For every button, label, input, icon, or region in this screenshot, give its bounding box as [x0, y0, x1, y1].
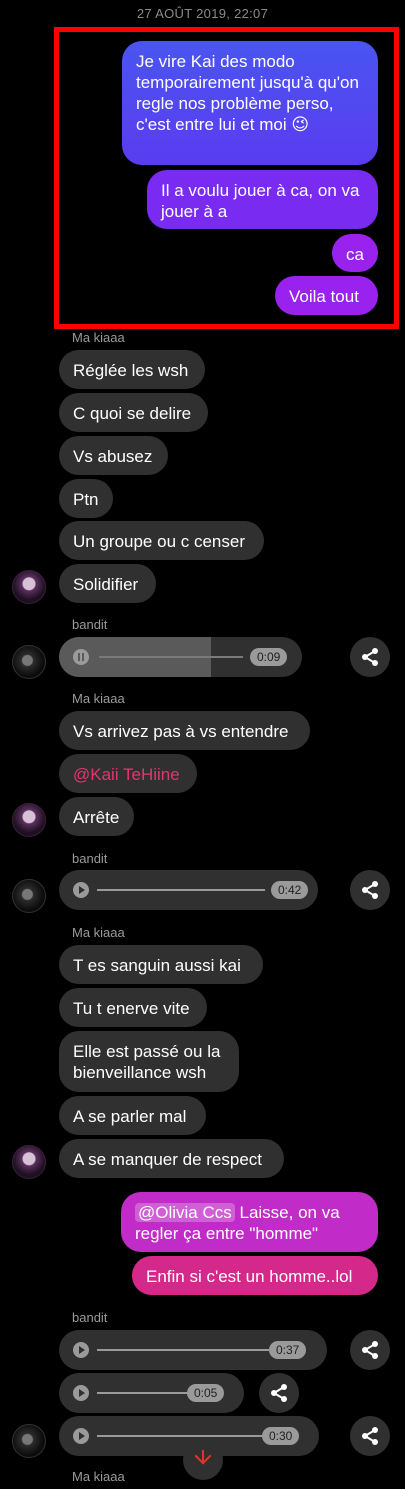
received-message[interactable]: A se manquer de respect — [59, 1139, 284, 1178]
sender-name: bandit — [72, 617, 108, 632]
received-message[interactable]: Vs arrivez pas à vs entendre — [59, 711, 310, 750]
received-message[interactable]: A se parler mal — [59, 1096, 206, 1135]
sent-message[interactable]: @Olivia Ccs Laisse, on va regler ça entr… — [121, 1192, 378, 1252]
received-message[interactable]: Ptn — [59, 479, 113, 518]
share-icon — [362, 1341, 378, 1359]
audio-duration: 0:05 — [187, 1384, 225, 1402]
sender-name: Ma kiaaa — [72, 1469, 125, 1484]
received-message[interactable]: T es sanguin aussi kai — [59, 945, 263, 984]
audio-track[interactable] — [99, 656, 243, 658]
received-message[interactable]: Vs abusez — [59, 436, 168, 475]
received-message[interactable]: Tu t enerve vite — [59, 988, 207, 1027]
share-button[interactable] — [350, 1330, 390, 1370]
sent-message[interactable]: Enfin si c'est un homme..lol — [132, 1256, 378, 1295]
user-avatar[interactable] — [12, 803, 46, 837]
audio-track[interactable] — [97, 1349, 269, 1351]
play-icon[interactable] — [73, 1342, 89, 1358]
play-icon[interactable] — [73, 882, 89, 898]
mention-message[interactable]: @Kaii TeHiine — [59, 754, 197, 793]
pause-icon[interactable] — [73, 649, 89, 665]
audio-track[interactable] — [97, 1392, 193, 1394]
scroll-to-bottom-button[interactable] — [183, 1440, 223, 1480]
audio-message[interactable]: 0:42 — [59, 870, 318, 910]
sender-name: Ma kiaaa — [72, 691, 125, 706]
sender-name: bandit — [72, 851, 108, 866]
audio-message[interactable]: 0:37 — [59, 1330, 327, 1370]
audio-track[interactable] — [97, 889, 265, 891]
audio-duration: 0:09 — [250, 648, 288, 666]
sent-message[interactable]: Il a voulu jouer à ca, on va jouer à a — [147, 170, 378, 229]
share-icon — [271, 1384, 287, 1402]
received-message[interactable]: Un groupe ou c censer — [59, 521, 264, 560]
audio-message[interactable]: 0:05 — [59, 1373, 244, 1413]
sender-name: Ma kiaaa — [72, 925, 125, 940]
share-button[interactable] — [259, 1373, 299, 1413]
audio-message[interactable]: 0:09 — [59, 637, 302, 677]
user-avatar[interactable] — [12, 1424, 46, 1458]
mention-chip[interactable]: @Olivia Ccs — [135, 1203, 235, 1222]
share-button[interactable] — [350, 870, 390, 910]
play-icon[interactable] — [73, 1428, 89, 1444]
sent-message[interactable]: ca — [332, 234, 378, 272]
audio-track[interactable] — [97, 1435, 267, 1437]
share-icon — [362, 881, 378, 899]
play-icon[interactable] — [73, 1385, 89, 1401]
received-message[interactable]: Solidifier — [59, 564, 156, 603]
received-message[interactable]: Elle est passé ou la bienveillance wsh — [59, 1031, 239, 1092]
sent-message[interactable]: Je vire Kai des modo temporairement jusq… — [122, 41, 378, 165]
received-message[interactable]: Arrête — [59, 797, 134, 836]
sent-message[interactable]: Voila tout — [275, 276, 378, 315]
share-button[interactable] — [350, 637, 390, 677]
share-icon — [362, 1427, 378, 1445]
audio-duration: 0:42 — [271, 881, 309, 899]
sender-name: Ma kiaaa — [72, 330, 125, 345]
audio-duration: 0:30 — [262, 1427, 300, 1445]
user-avatar[interactable] — [12, 1145, 46, 1179]
audio-duration: 0:37 — [269, 1341, 307, 1359]
user-avatar[interactable] — [12, 879, 46, 913]
user-avatar[interactable] — [12, 645, 46, 679]
user-avatar[interactable] — [12, 570, 46, 604]
share-button[interactable] — [350, 1416, 390, 1456]
received-message[interactable]: C quoi se delire — [59, 393, 208, 432]
conversation-timestamp: 27 AOÛT 2019, 22:07 — [136, 6, 269, 21]
received-message[interactable]: Réglée les wsh — [59, 350, 205, 389]
sender-name: bandit — [72, 1310, 108, 1325]
share-icon — [362, 648, 378, 666]
